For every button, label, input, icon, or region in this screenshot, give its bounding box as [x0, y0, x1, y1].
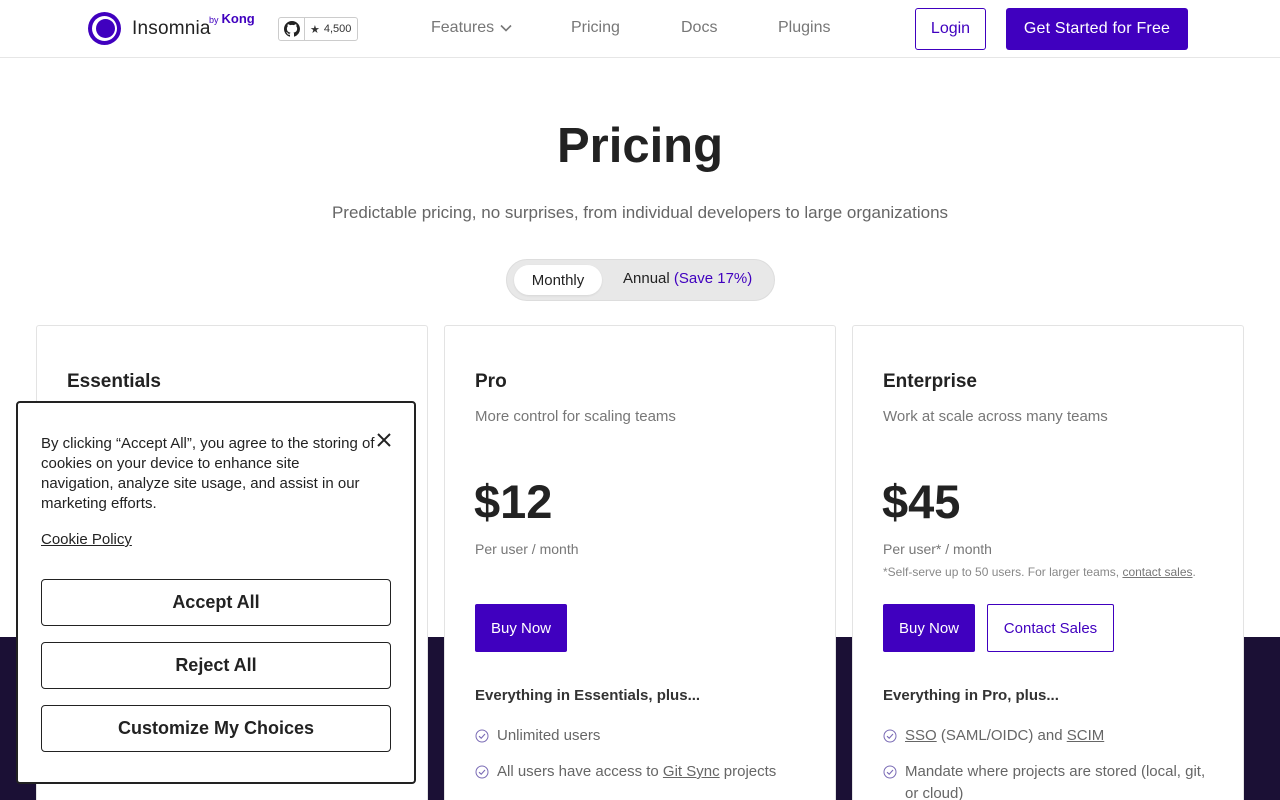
brand-logo[interactable]: Insomnia by Kong	[88, 11, 255, 45]
insomnia-logo-icon	[88, 12, 121, 45]
login-button[interactable]: Login	[915, 8, 986, 50]
check-circle-icon	[475, 765, 489, 779]
cookie-policy-link[interactable]: Cookie Policy	[41, 531, 132, 548]
cookie-consent-text: By clicking “Accept All”, you agree to t…	[41, 435, 375, 512]
reject-all-button[interactable]: Reject All	[41, 642, 391, 689]
toggle-annual-label: Annual	[623, 270, 670, 287]
feature-text-part: All users have access to	[497, 763, 659, 780]
plan-card-pro: Pro More control for scaling teams $12 P…	[444, 325, 836, 800]
plan-description: More control for scaling teams	[475, 408, 676, 425]
toggle-annual[interactable]: Annual (Save 17%)	[623, 270, 752, 287]
nav-features[interactable]: Features	[431, 19, 512, 37]
note-text: *Self-serve up to 50 users. For larger t…	[883, 565, 1120, 579]
plan-includes-heading: Everything in Essentials, plus...	[475, 687, 701, 704]
buy-now-button[interactable]: Buy Now	[883, 604, 975, 652]
plan-name: Pro	[475, 371, 507, 392]
close-icon[interactable]	[375, 431, 393, 449]
plan-price: $12	[474, 475, 553, 528]
plan-name: Enterprise	[883, 371, 977, 392]
chevron-down-icon	[500, 24, 512, 32]
plan-card-enterprise: Enterprise Work at scale across many tea…	[852, 325, 1244, 800]
cookie-consent-dialog: By clicking “Accept All”, you agree to t…	[16, 401, 416, 784]
page-title: Pricing	[556, 119, 724, 173]
nav-features-label: Features	[431, 19, 495, 36]
feature-text: Mandate where projects are stored (local…	[905, 763, 1206, 800]
feature-text-part: (SAML/OIDC) and	[940, 727, 1063, 744]
billing-toggle: Monthly Annual (Save 17%)	[506, 259, 775, 301]
git-sync-link[interactable]: Git Sync	[663, 763, 720, 780]
feature-item: Unlimited users	[475, 725, 805, 747]
brand-by-label: by	[209, 15, 219, 25]
github-icon	[279, 18, 305, 40]
star-count-value: 4,500	[323, 23, 352, 35]
contact-sales-link[interactable]: contact sales	[1122, 565, 1192, 579]
feature-text: Unlimited users	[497, 727, 601, 744]
get-started-button[interactable]: Get Started for Free	[1006, 8, 1188, 50]
check-circle-icon	[883, 765, 897, 779]
check-circle-icon	[475, 729, 489, 743]
feature-item: Mandate where projects are stored (local…	[883, 761, 1213, 800]
nav-pricing[interactable]: Pricing	[571, 19, 620, 37]
scim-link[interactable]: SCIM	[1067, 727, 1105, 744]
feature-item: SSO (SAML/OIDC) and SCIM	[883, 725, 1213, 747]
feature-text-part: projects	[723, 763, 777, 780]
feature-text: All users have access to Git Sync projec…	[497, 761, 776, 783]
site-header: Insomnia by Kong ★ 4,500 Features Pricing…	[0, 0, 1280, 58]
brand-name: Insomnia	[132, 17, 211, 39]
plan-price-note: *Self-serve up to 50 users. For larger t…	[883, 565, 1196, 579]
feature-text: SSO (SAML/OIDC) and SCIM	[905, 725, 1104, 747]
page-subtitle: Predictable pricing, no surprises, from …	[331, 203, 949, 222]
github-star-count: ★ 4,500	[305, 23, 357, 36]
nav-plugins[interactable]: Plugins	[778, 19, 830, 37]
plan-price-unit: Per user / month	[475, 541, 579, 557]
plan-description: Work at scale across many teams	[883, 408, 1108, 425]
github-stars-badge[interactable]: ★ 4,500	[278, 17, 359, 41]
check-circle-icon	[883, 729, 897, 743]
plan-price: $45	[882, 475, 961, 528]
note-text-end: .	[1192, 565, 1196, 579]
buy-now-button[interactable]: Buy Now	[475, 604, 567, 652]
customize-choices-button[interactable]: Customize My Choices	[41, 705, 391, 752]
plan-price-unit: Per user* / month	[883, 541, 992, 557]
contact-sales-button[interactable]: Contact Sales	[987, 604, 1114, 652]
plan-name: Essentials	[67, 371, 161, 392]
brand-by-kong: by Kong	[209, 11, 255, 26]
feature-item: All users have access to Git Sync projec…	[475, 761, 805, 783]
accept-all-button[interactable]: Accept All	[41, 579, 391, 626]
plan-includes-heading: Everything in Pro, plus...	[883, 687, 1059, 704]
toggle-annual-save: (Save 17%)	[673, 270, 753, 287]
toggle-monthly[interactable]: Monthly	[514, 265, 602, 295]
star-icon: ★	[310, 23, 320, 36]
sso-link[interactable]: SSO	[905, 727, 937, 744]
brand-kong-label: Kong	[221, 11, 255, 26]
nav-docs[interactable]: Docs	[681, 19, 717, 37]
